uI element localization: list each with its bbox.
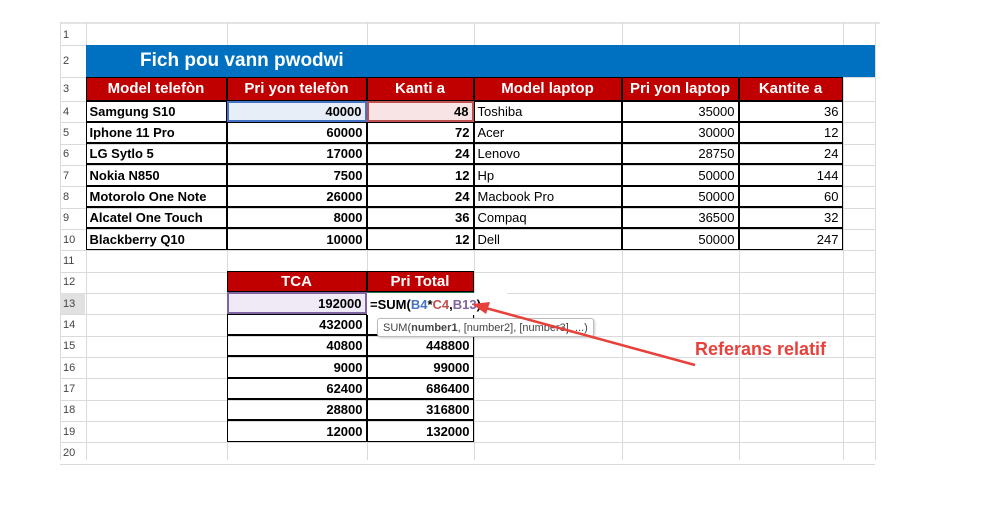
annotation-arrow-icon bbox=[472, 302, 696, 367]
